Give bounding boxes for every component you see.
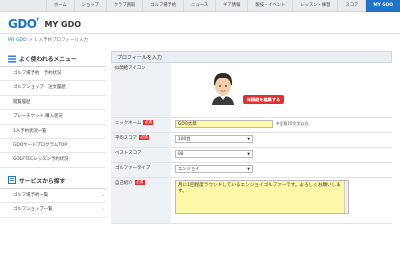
- chevron-down-icon: ▼: [247, 151, 250, 156]
- sidebar-section-title: よく使われるメニュー: [19, 57, 77, 63]
- sidebar-item-shop-order-history[interactable]: ゴルフショップ 注文履歴: [0, 81, 106, 96]
- golfer-type-label: ゴルファータイプ: [111, 162, 171, 178]
- sidebar-section-title: サービスから探す: [19, 178, 66, 185]
- header-divider: [0, 33, 400, 34]
- breadcrumb: MY GDO >1.入予約プロフィール入力: [8, 37, 88, 43]
- chevron-right-icon: ›: [102, 207, 104, 214]
- sidebar-item-yard-program[interactable]: GDOヤードプログラムTOP: [0, 139, 106, 154]
- nav-tab-home[interactable]: ホーム: [45, 0, 74, 12]
- sidebar-section-services: サービスから探す: [0, 173, 106, 189]
- form-header: プロフィールを入力: [111, 51, 392, 63]
- menu-list-icon: [8, 55, 16, 63]
- row-nickname: ニックネーム 必須 GDO太郎 ※全角10文字以内: [111, 117, 392, 133]
- row-avatar: 似顔絵アイコン 似顔絵を編集する: [111, 63, 392, 118]
- nav-tab-lessons[interactable]: レッスン・練習: [292, 0, 337, 12]
- row-self-intro: 自己紹介 必須 月に1回程度ラウンドしているエンジョイゴルファーです。よろしくお願…: [111, 177, 392, 224]
- profile-form-table: 似顔絵アイコン 似顔絵を編集する ニックネーム 必須 GDO太郎 ※全角10文字…: [111, 63, 392, 224]
- sidebar-item-solo-booking-list[interactable]: 1人予約状況一覧: [0, 125, 106, 139]
- nickname-input[interactable]: GDO太郎: [175, 119, 273, 128]
- nav-tab-course-booking[interactable]: ゴルフ場予約: [142, 0, 183, 12]
- edit-avatar-button[interactable]: 似顔絵を編集する: [243, 95, 284, 104]
- brand: GDOr MY GDO: [8, 16, 81, 32]
- textarea-scrollbar[interactable]: [344, 180, 348, 213]
- sidebar-item-course-booking-status[interactable]: ゴルフ場予約 予約状況: [0, 67, 106, 82]
- required-badge: 必須: [134, 179, 145, 185]
- gdo-logo[interactable]: GDOr: [8, 17, 39, 31]
- nav-tab-my-gdo[interactable]: MY GDO: [365, 0, 400, 12]
- required-badge: 必須: [138, 134, 150, 140]
- nav-tab-score[interactable]: スコア: [337, 0, 365, 12]
- nav-tab-events[interactable]: 競技・イベント: [247, 0, 292, 12]
- row-golfer-type: ゴルファータイプ エンジョイ ▼: [111, 162, 392, 178]
- breadcrumb-home-link[interactable]: MY GDO: [8, 38, 27, 43]
- profile-form: プロフィールを入力 似顔絵アイコン 似顔絵を編集する ニックネーム 必須 GDO…: [111, 51, 392, 224]
- nav-tab-club-buyback[interactable]: クラブ買取: [105, 0, 142, 12]
- nickname-label: ニックネーム 必須: [111, 117, 171, 133]
- row-best-score: ベストスコア 88 ▼: [111, 147, 392, 163]
- avatar: [212, 73, 234, 105]
- sidebar-item-shop-list[interactable]: ゴルフショップ一覧 ›: [0, 203, 106, 218]
- sidebar-item-play-ticket-status[interactable]: プレーチケット 購入状況: [0, 110, 106, 125]
- average-score-select[interactable]: 100台 ▼: [175, 134, 253, 143]
- best-score-select[interactable]: 88 ▼: [175, 149, 253, 158]
- nav-tab-gear[interactable]: ギア情報: [215, 0, 247, 12]
- avatar-label: 似顔絵アイコン: [111, 63, 171, 118]
- self-intro-textarea[interactable]: 月に1回程度ラウンドしているエンジョイゴルファーです。よろしくお願いします。: [175, 179, 349, 214]
- nav-tab-news[interactable]: ニュース: [183, 0, 215, 12]
- sidebar-section-frequent: よく使われるメニュー: [0, 51, 106, 67]
- breadcrumb-separator: >: [28, 38, 33, 43]
- page-brand-title: MY GDO: [44, 19, 82, 29]
- document-icon: [8, 176, 16, 185]
- nav-tab-shop[interactable]: ショップ: [73, 0, 106, 12]
- nickname-hint: ※全角10文字以内: [276, 120, 309, 126]
- sidebar: よく使われるメニュー ゴルフ場予約 予約状況 ゴルフショップ 注文履歴 閲覧履歴…: [0, 51, 106, 218]
- best-score-label: ベストスコア: [111, 147, 171, 163]
- golfer-type-select[interactable]: エンジョイ ▼: [175, 164, 253, 173]
- row-average-score: 平均スコア 必須 100台 ▼: [111, 132, 392, 148]
- chevron-down-icon: ▼: [247, 166, 250, 171]
- self-intro-label: 自己紹介 必須: [111, 177, 171, 224]
- sidebar-item-browsing-history[interactable]: 閲覧履歴: [0, 96, 106, 111]
- sidebar-item-golftec-lesson-status[interactable]: GOLFTECレッスン予約状況: [0, 153, 106, 168]
- sidebar-item-course-booking-list[interactable]: ゴルフ場予約一覧 ›: [0, 189, 106, 204]
- chevron-down-icon: ▼: [247, 136, 250, 141]
- top-navigation: ホーム ショップ クラブ買取 ゴルフ場予約 ニュース ギア情報 競技・イベント …: [0, 0, 400, 12]
- required-badge: 必須: [143, 119, 154, 125]
- average-score-label: 平均スコア 必須: [111, 132, 171, 148]
- breadcrumb-current: 1.入予約プロフィール入力: [34, 38, 89, 43]
- chevron-right-icon: ›: [102, 192, 104, 199]
